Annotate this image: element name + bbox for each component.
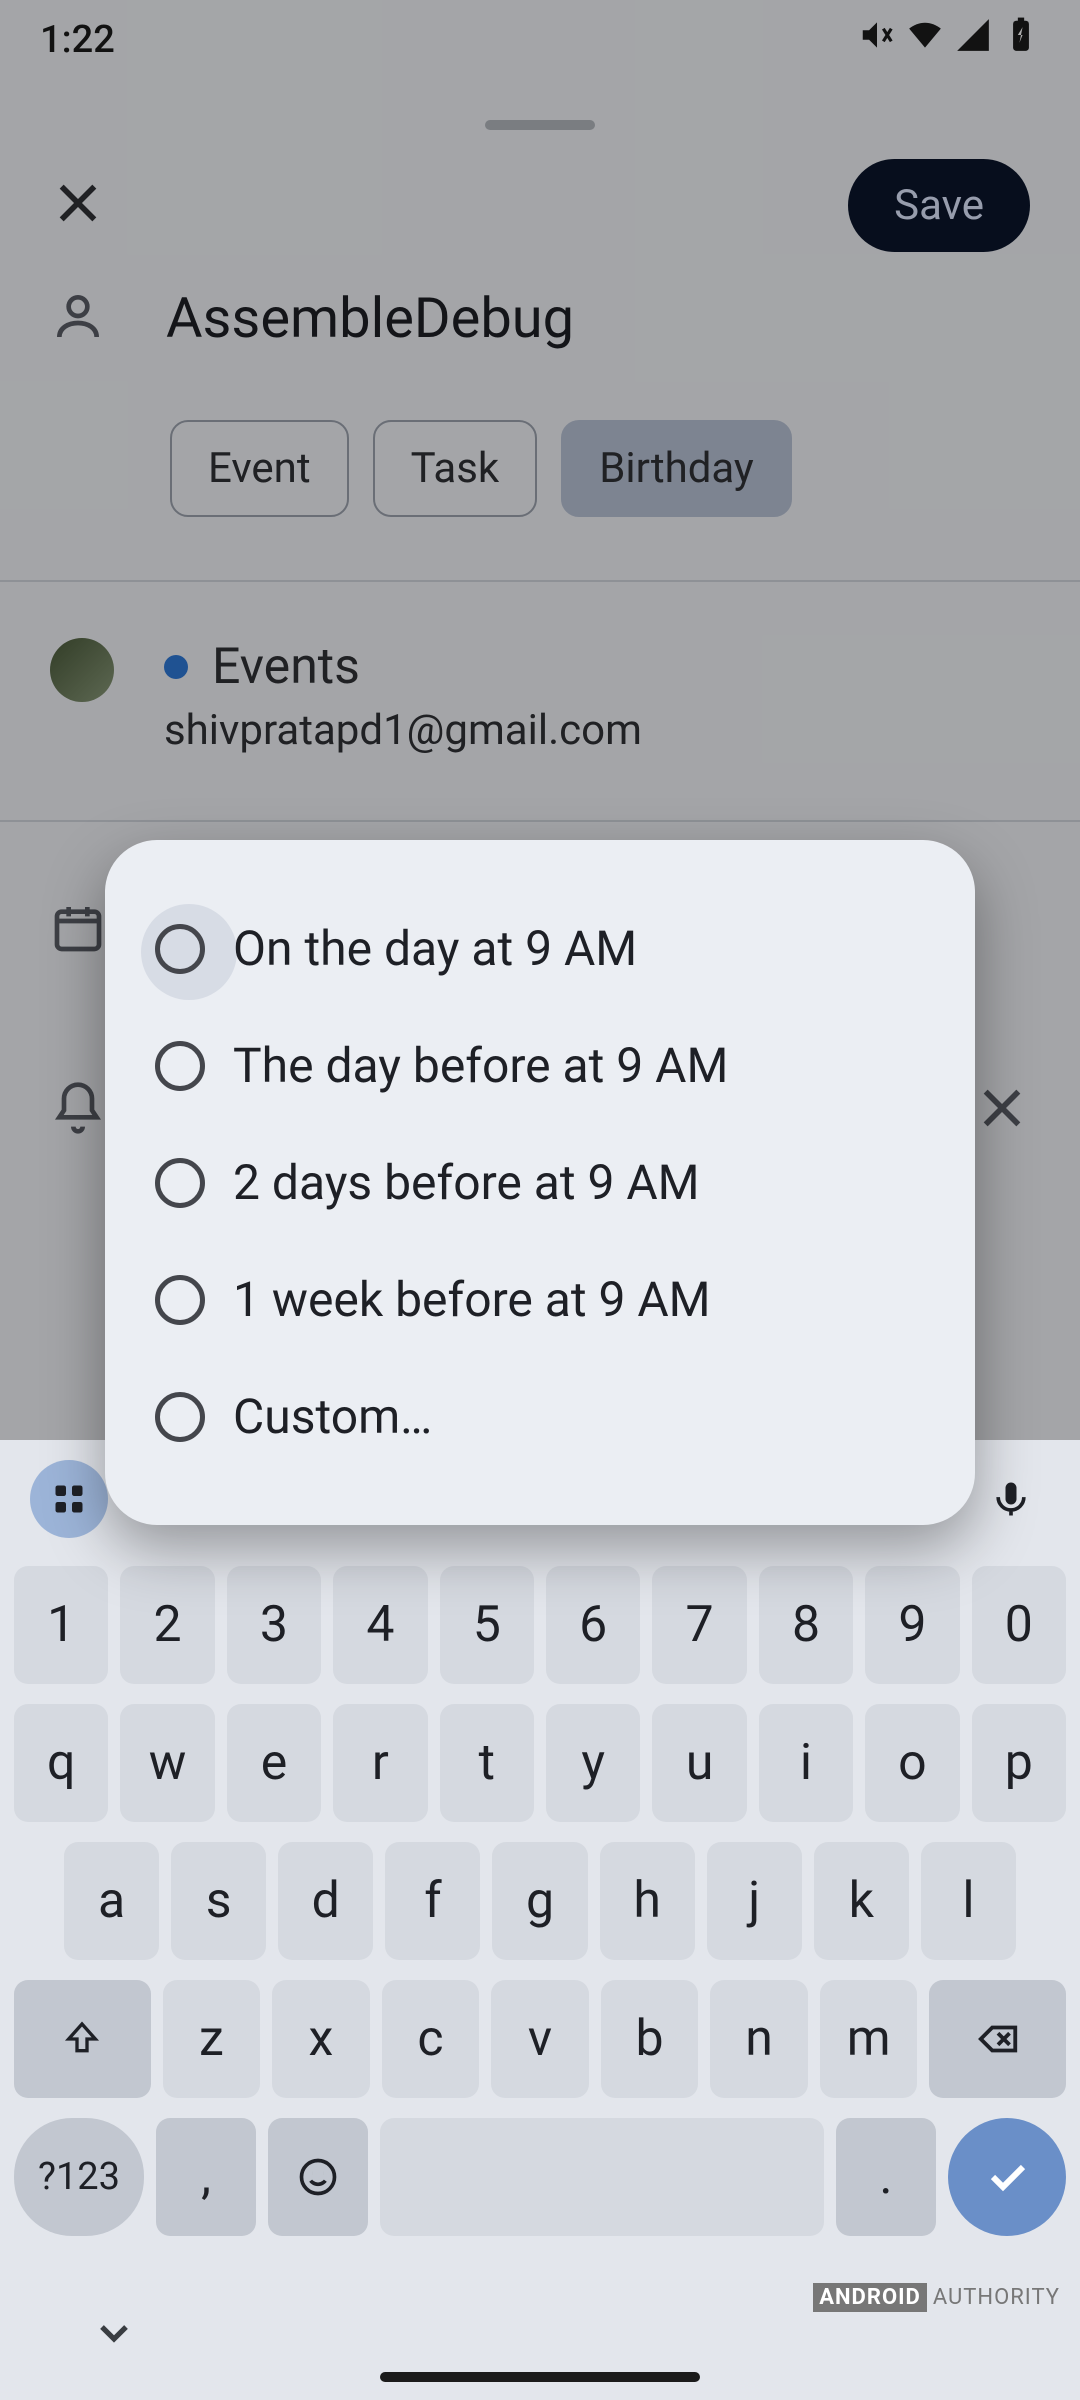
nav-home-pill[interactable] (380, 2372, 700, 2382)
key-m[interactable]: m (820, 1980, 918, 2098)
mic-icon[interactable] (972, 1460, 1050, 1538)
key-u[interactable]: u (652, 1704, 746, 1822)
keyboard-row-2: a s d f g h j k l (14, 1842, 1066, 1960)
keyboard-row-4: ?123 , . (14, 2118, 1066, 2236)
key-6[interactable]: 6 (546, 1566, 640, 1684)
divider (0, 580, 1080, 582)
chip-birthday[interactable]: Birthday (561, 420, 792, 517)
radio-icon (155, 924, 205, 974)
radio-label: 2 days before at 9 AM (233, 1154, 700, 1211)
radio-icon (155, 1158, 205, 1208)
key-w[interactable]: w (120, 1704, 214, 1822)
event-title[interactable]: AssembleDebug (166, 285, 574, 351)
key-l[interactable]: l (921, 1842, 1016, 1960)
key-emoji[interactable] (268, 2118, 368, 2236)
key-3[interactable]: 3 (227, 1566, 321, 1684)
key-i[interactable]: i (759, 1704, 853, 1822)
key-comma[interactable]: , (156, 2118, 256, 2236)
key-symbols[interactable]: ?123 (14, 2118, 144, 2236)
key-9[interactable]: 9 (865, 1566, 959, 1684)
key-v[interactable]: v (491, 1980, 589, 2098)
radio-label: The day before at 9 AM (233, 1037, 728, 1094)
radio-icon (155, 1275, 205, 1325)
calendar-name: Events (212, 638, 360, 696)
calendar-email: shivpratapd1@gmail.com (164, 706, 642, 755)
key-4[interactable]: 4 (333, 1566, 427, 1684)
radio-option-3[interactable]: 1 week before at 9 AM (145, 1241, 935, 1358)
close-icon[interactable] (974, 1080, 1030, 1140)
key-y[interactable]: y (546, 1704, 640, 1822)
bell-icon (50, 1080, 106, 1140)
key-j[interactable]: j (707, 1842, 802, 1960)
key-7[interactable]: 7 (652, 1566, 746, 1684)
keyboard-row-1: q w e r t y u i o p (14, 1704, 1066, 1822)
divider (0, 820, 1080, 822)
radio-icon (155, 1392, 205, 1442)
key-g[interactable]: g (492, 1842, 587, 1960)
chip-task[interactable]: Task (373, 420, 538, 517)
title-row: AssembleDebug (0, 285, 1080, 351)
close-icon[interactable] (50, 175, 106, 235)
key-x[interactable]: x (272, 1980, 370, 2098)
radio-icon (155, 1041, 205, 1091)
key-c[interactable]: c (382, 1980, 480, 2098)
key-f[interactable]: f (385, 1842, 480, 1960)
key-e[interactable]: e (227, 1704, 321, 1822)
key-a[interactable]: a (64, 1842, 159, 1960)
radio-option-1[interactable]: The day before at 9 AM (145, 1007, 935, 1124)
calendar-color-dot (164, 655, 188, 679)
key-b[interactable]: b (601, 1980, 699, 2098)
watermark: ANDROIDAUTHORITY (813, 2283, 1060, 2312)
key-8[interactable]: 8 (759, 1566, 853, 1684)
key-t[interactable]: t (440, 1704, 534, 1822)
key-o[interactable]: o (865, 1704, 959, 1822)
avatar (50, 638, 114, 702)
status-time: 1:22 (40, 18, 115, 62)
radio-label: 1 week before at 9 AM (233, 1271, 711, 1328)
wifi-icon (906, 16, 944, 64)
calendar-row[interactable]: Events shivpratapd1@gmail.com (0, 618, 1080, 775)
key-z[interactable]: z (163, 1980, 261, 2098)
key-2[interactable]: 2 (120, 1566, 214, 1684)
radio-label: On the day at 9 AM (233, 920, 637, 977)
key-shift[interactable] (14, 1980, 151, 2098)
drag-handle[interactable] (485, 120, 595, 130)
keyboard-apps-icon[interactable] (30, 1460, 108, 1538)
key-k[interactable]: k (814, 1842, 909, 1960)
status-bar: 1:22 (0, 0, 1080, 80)
key-s[interactable]: s (171, 1842, 266, 1960)
keyboard-row-num: 1 2 3 4 5 6 7 8 9 0 (14, 1566, 1066, 1684)
key-enter[interactable] (948, 2118, 1066, 2236)
person-icon (50, 288, 106, 348)
keyboard-collapse-icon[interactable] (90, 2309, 138, 2361)
keyboard-row-3: z x c v b n m (14, 1980, 1066, 2098)
key-p[interactable]: p (972, 1704, 1066, 1822)
key-q[interactable]: q (14, 1704, 108, 1822)
key-5[interactable]: 5 (440, 1566, 534, 1684)
key-space[interactable] (380, 2118, 824, 2236)
key-d[interactable]: d (278, 1842, 373, 1960)
key-backspace[interactable] (929, 1980, 1066, 2098)
radio-option-2[interactable]: 2 days before at 9 AM (145, 1124, 935, 1241)
mute-icon (858, 16, 896, 64)
type-chips: Event Task Birthday (170, 420, 792, 517)
key-1[interactable]: 1 (14, 1566, 108, 1684)
keyboard: 1 2 3 4 5 6 7 8 9 0 q w e r t y u i o p … (0, 1440, 1080, 2270)
top-bar: Save (0, 150, 1080, 260)
save-button[interactable]: Save (848, 159, 1030, 252)
key-0[interactable]: 0 (972, 1566, 1066, 1684)
radio-option-0[interactable]: On the day at 9 AM (145, 890, 935, 1007)
notification-picker-dialog: On the day at 9 AM The day before at 9 A… (105, 840, 975, 1525)
radio-label: Custom… (233, 1388, 432, 1445)
key-h[interactable]: h (600, 1842, 695, 1960)
battery-charging-icon (1002, 16, 1040, 64)
key-r[interactable]: r (333, 1704, 427, 1822)
chip-event[interactable]: Event (170, 420, 349, 517)
radio-option-custom[interactable]: Custom… (145, 1358, 935, 1475)
signal-icon (954, 16, 992, 64)
key-period[interactable]: . (836, 2118, 936, 2236)
key-n[interactable]: n (710, 1980, 808, 2098)
calendar-icon (50, 900, 106, 960)
